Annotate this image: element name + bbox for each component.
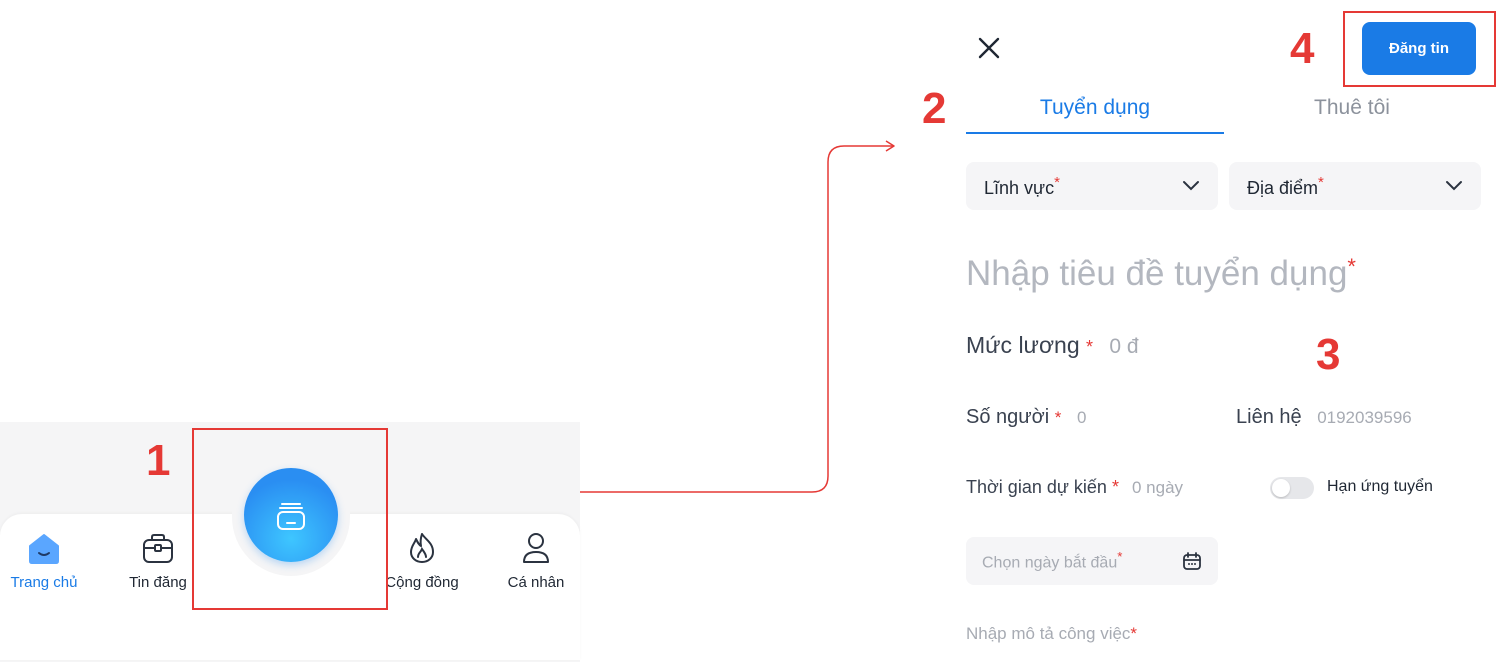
field-dropdown[interactable]: Lĩnh vực* [966, 162, 1218, 210]
chevron-down-icon [1183, 181, 1199, 191]
start-date-placeholder: Chọn ngày bắt đầu [982, 554, 1118, 572]
nav-item-profile[interactable]: Cá nhân [496, 528, 576, 591]
duration-input[interactable]: 0 ngày [1132, 478, 1183, 497]
annotation-box-1 [192, 428, 388, 610]
briefcase-icon [143, 534, 173, 563]
deadline-toggle[interactable] [1270, 477, 1314, 499]
salary-label: Mức lương [966, 332, 1080, 358]
calendar-icon[interactable] [1182, 551, 1202, 571]
annotation-number-4: 4 [1290, 24, 1315, 73]
home-icon [29, 534, 59, 564]
title-required-mark: * [1347, 254, 1356, 279]
nav-item-profile-label: Cá nhân [507, 574, 565, 591]
nav-item-home[interactable]: Trang chủ [0, 528, 88, 591]
post-button[interactable]: Đăng tin [1362, 22, 1476, 75]
user-icon [523, 533, 549, 563]
title-placeholder: Nhập tiêu đề tuyển dụng [966, 254, 1348, 293]
people-label: Số người [966, 406, 1050, 428]
location-dropdown[interactable]: Địa điểm* [1229, 162, 1481, 210]
start-date-required-mark: * [1117, 549, 1123, 565]
duration-row: Thời gian dự kiến * 0 ngày [966, 477, 1183, 498]
people-required-mark: * [1054, 408, 1062, 427]
toggle-knob [1272, 479, 1290, 497]
connector-arrow [580, 140, 895, 493]
annotation-number-3: 3 [1316, 330, 1341, 379]
close-button[interactable] [977, 36, 1001, 65]
nav-item-posts[interactable]: Tin đăng [118, 528, 198, 591]
start-date-placeholder-wrap: Chọn ngày bắt đầu* [982, 549, 1122, 572]
description-placeholder: Nhập mô tả công việc [966, 624, 1131, 643]
fire-icon [410, 533, 434, 563]
annotation-number-1: 1 [146, 436, 171, 485]
salary-required-mark: * [1086, 337, 1094, 357]
field-dropdown-text: Lĩnh vực* [984, 173, 1060, 198]
people-input[interactable]: 0 [1077, 408, 1086, 427]
description-required-mark: * [1130, 624, 1138, 643]
contact-label: Liên hệ [1236, 406, 1302, 428]
people-row: Số người * 0 [966, 406, 1086, 429]
chevron-down-icon [1446, 181, 1462, 191]
contact-row: Liên hệ 0192039596 [1236, 406, 1412, 429]
annotation-number-2: 2 [922, 84, 947, 133]
location-dropdown-text: Địa điểm* [1247, 173, 1324, 198]
close-icon [978, 37, 1000, 59]
nav-item-community-label: Cộng đồng [385, 574, 459, 591]
nav-item-posts-label: Tin đăng [129, 574, 187, 591]
active-tab-indicator [966, 132, 1224, 134]
tab-hire-me[interactable]: Thuê tôi [1224, 96, 1480, 120]
title-input[interactable]: Nhập tiêu đề tuyển dụng* [966, 254, 1356, 294]
contact-input[interactable]: 0192039596 [1317, 408, 1412, 427]
salary-input[interactable]: 0 đ [1109, 335, 1138, 358]
deadline-toggle-label: Hạn ứng tuyển [1327, 478, 1433, 495]
nav-item-community[interactable]: Cộng đồng [374, 528, 470, 591]
tab-recruitment[interactable]: Tuyển dụng [966, 96, 1224, 120]
duration-required-mark: * [1111, 477, 1119, 497]
nav-item-home-label: Trang chủ [10, 574, 78, 591]
duration-label: Thời gian dự kiến [966, 477, 1107, 497]
description-input[interactable]: Nhập mô tả công việc* [966, 624, 1137, 644]
salary-row: Mức lương * 0 đ [966, 332, 1139, 359]
start-date-input[interactable]: Chọn ngày bắt đầu* [966, 537, 1218, 585]
